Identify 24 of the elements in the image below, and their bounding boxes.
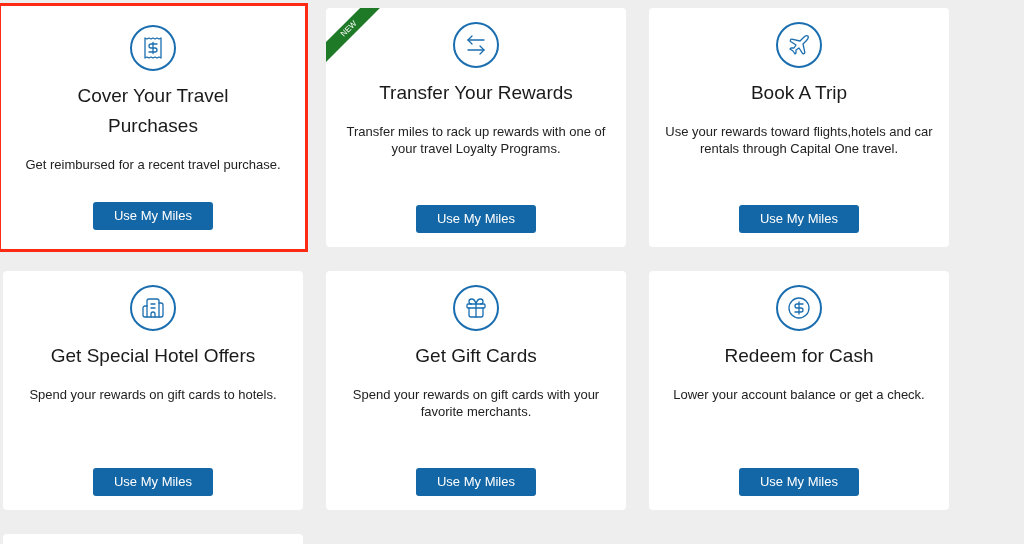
card-title: Get Gift Cards xyxy=(415,344,537,368)
dollar-coin-icon xyxy=(776,285,822,331)
use-miles-button[interactable]: Use My Miles xyxy=(416,468,536,496)
use-miles-button[interactable]: Use My Miles xyxy=(739,468,859,496)
card-description: Use your rewards toward flights,hotels and car rentals through Capital One travel. xyxy=(664,123,934,157)
card-title: Redeem for Cash xyxy=(724,344,874,368)
building-icon xyxy=(130,285,176,331)
card-title: Cover Your Travel Purchases xyxy=(76,84,230,138)
card-description: Transfer miles to rack up rewards with one of your travel Loyalty Programs. xyxy=(345,123,607,157)
use-miles-button[interactable]: Use My Miles xyxy=(416,205,536,233)
exchange-arrows-icon xyxy=(453,22,499,68)
airplane-icon xyxy=(776,22,822,68)
card-description: Lower your account balance or get a check. xyxy=(673,386,925,403)
card-title: Book A Trip xyxy=(750,81,848,105)
use-miles-button[interactable]: Use My Miles xyxy=(93,468,213,496)
gift-icon xyxy=(453,285,499,331)
card-title: Get Special Hotel Offers xyxy=(50,344,256,368)
card-description: Get reimbursed for a recent travel purchase. xyxy=(25,156,281,173)
receipt-icon xyxy=(130,25,176,71)
card-description: Spend your rewards on gift cards to hotels. xyxy=(29,386,277,403)
use-miles-button[interactable]: Use My Miles xyxy=(739,205,859,233)
use-miles-button[interactable]: Use My Miles xyxy=(93,202,213,230)
card-description: Spend your rewards on gift cards with your favorite merchants. xyxy=(351,386,601,420)
card-title: Transfer Your Rewards xyxy=(379,81,573,105)
